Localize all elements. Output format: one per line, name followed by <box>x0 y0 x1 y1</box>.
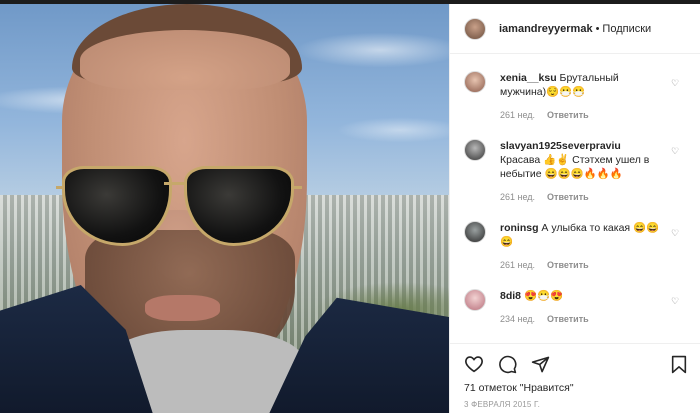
comment-time[interactable]: 261 нед. <box>500 260 535 270</box>
action-icons-row <box>464 352 687 376</box>
comment-username[interactable]: slavyan1925severpraviu <box>500 140 621 152</box>
share-icon[interactable] <box>531 355 550 374</box>
post-date: 3 ФЕВРАЛЯ 2015 Г. <box>464 400 540 409</box>
mouth <box>145 295 220 321</box>
commenter-avatar[interactable] <box>464 221 486 243</box>
reply-button[interactable]: Ответить <box>547 260 589 270</box>
bookmark-icon[interactable] <box>671 355 687 374</box>
comment-icon[interactable] <box>498 355 517 374</box>
comment-username[interactable]: xenia__ksu <box>500 72 557 84</box>
follow-status-button[interactable]: Подписки <box>602 23 651 35</box>
comment-username[interactable]: roninsg <box>500 222 539 234</box>
comment-item: roninsg А улыбка то какая 😄😄😄 261 нед. От… <box>464 221 686 272</box>
like-small-icon[interactable]: ♡ <box>671 229 680 238</box>
author-username[interactable]: iamandreyyermak <box>499 23 593 35</box>
post-header: iamandreyyermak • Подписки <box>450 4 700 54</box>
comment-time[interactable]: 261 нед. <box>500 192 535 202</box>
commenter-avatar[interactable] <box>464 289 486 311</box>
author-avatar[interactable] <box>464 17 486 40</box>
top-bar <box>0 0 700 4</box>
comment-meta: 261 нед. Ответить <box>500 190 660 204</box>
forehead <box>80 30 290 90</box>
comments-list: xenia__ksu Брутальный мужчина)😌😷😷 261 не… <box>450 71 700 326</box>
like-small-icon[interactable]: ♡ <box>671 297 680 306</box>
post-photo[interactable] <box>0 0 449 413</box>
comment-item: slavyan1925severpraviu Красава 👍✌ Стэтхе… <box>464 139 686 204</box>
comment-text: 😍😷😍 <box>523 290 564 302</box>
comment-meta: 261 нед. Ответить <box>500 108 660 122</box>
reply-button[interactable]: Ответить <box>547 110 589 120</box>
commenter-avatar[interactable] <box>464 71 486 93</box>
comment-item: 8di8 😍😷😍 234 нед. Ответить ♡ <box>464 289 686 326</box>
comment-text: Красава 👍✌ Стэтхем ушел в небытие 😄😄😄🔥🔥🔥 <box>500 154 650 180</box>
sunglasses <box>56 166 302 254</box>
instagram-post-view: iamandreyyermak • Подписки xenia__ksu Бр… <box>0 0 700 413</box>
comment-meta: 261 нед. Ответить <box>500 258 660 272</box>
glasses-temple-right <box>292 186 302 189</box>
comment-username[interactable]: 8di8 <box>500 290 521 302</box>
heart-icon[interactable] <box>464 355 484 373</box>
likes-count[interactable]: 71 отметок "Нравится" <box>464 382 687 394</box>
reply-button[interactable]: Ответить <box>547 192 589 202</box>
comment-meta: 234 нед. Ответить <box>500 312 660 326</box>
comment-time[interactable]: 261 нед. <box>500 110 535 120</box>
reply-button[interactable]: Ответить <box>547 314 589 324</box>
like-small-icon[interactable]: ♡ <box>671 79 680 88</box>
like-small-icon[interactable]: ♡ <box>671 147 680 156</box>
comment-time[interactable]: 234 нед. <box>500 314 535 324</box>
post-actions: 71 отметок "Нравится" 3 ФЕВРАЛЯ 2015 Г. <box>450 343 700 409</box>
post-side-panel: iamandreyyermak • Подписки xenia__ksu Бр… <box>449 4 700 413</box>
comment-item: xenia__ksu Брутальный мужчина)😌😷😷 261 не… <box>464 71 686 122</box>
lens-left <box>62 166 172 246</box>
header-separator: • <box>595 22 600 35</box>
commenter-avatar[interactable] <box>464 139 486 161</box>
lens-right <box>184 166 294 246</box>
